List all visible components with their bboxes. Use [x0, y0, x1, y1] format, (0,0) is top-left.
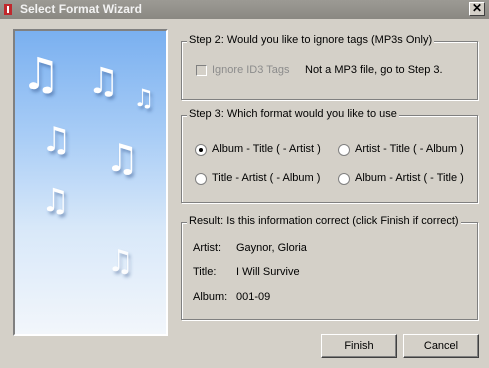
result-title-label: Title:: [193, 266, 217, 278]
result-album-label: Album:: [193, 291, 228, 303]
not-mp3-note: Not a MP3 file, go to Step 3.: [305, 64, 443, 76]
music-note-icon: ♫: [105, 136, 139, 180]
app-icon: [4, 4, 12, 15]
ignore-id3-checkbox[interactable]: [196, 65, 207, 76]
format-option-album-title-artist-label[interactable]: Album - Title ( - Artist ): [212, 143, 321, 155]
result-artist-value: Gaynor, Gloria: [236, 242, 307, 254]
ignore-id3-label: Ignore ID3 Tags: [212, 64, 290, 76]
result-group: Result: Is this information correct (cli…: [181, 215, 478, 320]
step2-legend: Step 2: Would you like to ignore tags (M…: [187, 34, 435, 46]
music-note-icon: ♫: [21, 49, 60, 100]
cancel-button[interactable]: Cancel: [403, 334, 479, 358]
format-option-artist-title-album-radio[interactable]: [338, 144, 350, 156]
close-icon: ✕: [471, 1, 483, 15]
format-option-album-artist-title-radio[interactable]: [338, 173, 350, 185]
format-option-artist-title-album-label[interactable]: Artist - Title ( - Album ): [355, 143, 464, 155]
finish-button[interactable]: Finish: [321, 334, 397, 358]
format-option-album-title-artist-radio[interactable]: [195, 144, 207, 156]
title-bar: Select Format Wizard ✕: [0, 0, 489, 19]
music-note-icon: ♫: [87, 61, 119, 102]
step3-legend: Step 3: Which format would you like to u…: [187, 108, 399, 120]
format-option-album-artist-title-label[interactable]: Album - Artist ( - Title ): [355, 172, 464, 184]
format-option-title-artist-album-radio[interactable]: [195, 173, 207, 185]
close-button[interactable]: ✕: [469, 2, 485, 16]
music-note-icon: ♫: [41, 181, 70, 219]
result-title-value: I Will Survive: [236, 266, 300, 278]
result-legend: Result: Is this information correct (cli…: [187, 215, 461, 227]
step2-group: Step 2: Would you like to ignore tags (M…: [181, 34, 478, 100]
window-title: Select Format Wizard: [20, 2, 142, 16]
music-note-icon: ♫: [133, 84, 155, 112]
result-album-value: 001-09: [236, 291, 271, 303]
step3-group: Step 3: Which format would you like to u…: [181, 108, 478, 203]
music-note-icon: ♫: [41, 120, 71, 160]
result-artist-label: Artist:: [193, 242, 222, 254]
music-note-icon: ♫: [107, 244, 134, 279]
format-option-title-artist-album-label[interactable]: Title - Artist ( - Album ): [212, 172, 320, 184]
music-notes-illustration: ♫ ♫ ♫ ♫ ♫ ♫ ♫: [21, 49, 155, 279]
music-notes-banner: ♫ ♫ ♫ ♫ ♫ ♫ ♫: [13, 29, 168, 336]
